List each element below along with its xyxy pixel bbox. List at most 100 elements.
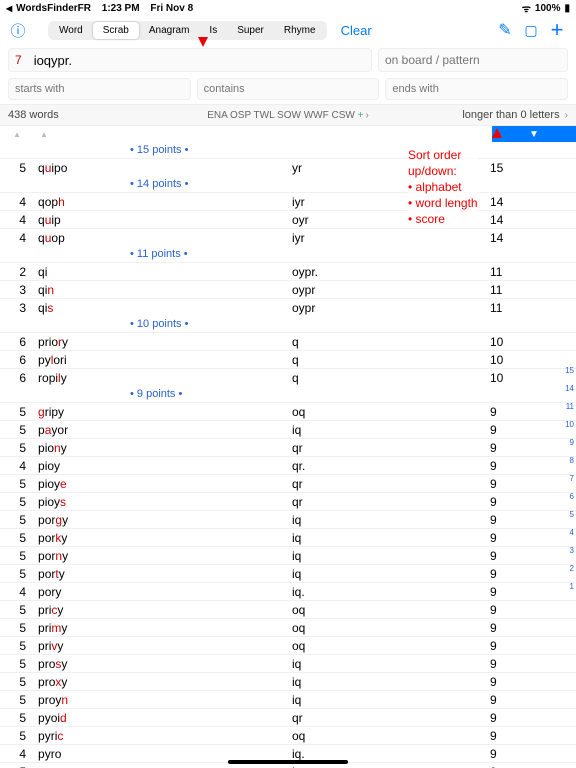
cell-rest: oypr — [292, 283, 486, 297]
results-list[interactable]: • 15 points •5quipoyr15• 14 points •4qop… — [0, 142, 576, 768]
plus-icon[interactable]: + — [546, 22, 568, 38]
starts-with-input[interactable] — [8, 78, 191, 100]
table-row[interactable]: 5proyniq9 — [0, 690, 576, 708]
cell-length: 4 — [0, 231, 34, 245]
cell-rest: qr — [292, 477, 486, 491]
table-row[interactable]: 4pioyqr.9 — [0, 456, 576, 474]
letters-input[interactable] — [28, 48, 365, 72]
cell-length: 5 — [0, 765, 34, 768]
sort-score-header[interactable]: ▼ — [492, 126, 576, 142]
table-row[interactable]: 5pyricoq9 — [0, 726, 576, 744]
table-row[interactable]: 3qisoypr11 — [0, 298, 576, 316]
cell-score: 9 — [486, 513, 546, 527]
cell-length: 3 — [0, 301, 34, 315]
cell-length: 2 — [0, 265, 34, 279]
cell-score: 11 — [486, 283, 546, 297]
table-row[interactable]: 5prosyiq9 — [0, 654, 576, 672]
cell-length: 6 — [0, 371, 34, 385]
cell-score: 9 — [486, 711, 546, 725]
table-row[interactable]: 4qophiyr14 — [0, 192, 576, 210]
table-row[interactable]: 5portyiq9 — [0, 564, 576, 582]
tab-rhyme[interactable]: Rhyme — [274, 22, 326, 39]
cell-word: qis — [34, 301, 292, 315]
cell-word: prosy — [34, 657, 292, 671]
cell-length: 5 — [0, 567, 34, 581]
table-row[interactable]: 5porgyiq9 — [0, 510, 576, 528]
cell-word: pioy — [34, 459, 292, 473]
table-row[interactable]: 5pionyqr9 — [0, 438, 576, 456]
dictionaries-button[interactable]: ENA OSP TWL SOW WWF CSW +› — [207, 110, 369, 121]
mode-segmented[interactable]: Word Scrab Anagram Is Super Rhyme — [48, 21, 327, 40]
info-icon[interactable]: ⓘ — [8, 20, 28, 41]
cell-length: 5 — [0, 405, 34, 419]
cell-rest: iq. — [292, 747, 486, 761]
table-row[interactable]: 6pyloriq10 — [0, 350, 576, 368]
cell-rest: oq — [292, 621, 486, 635]
cell-rest: iyr — [292, 231, 486, 245]
table-row[interactable]: 5pornyiq9 — [0, 546, 576, 564]
table-row[interactable]: 6ropilyq10 — [0, 368, 576, 386]
tab-super[interactable]: Super — [227, 22, 274, 39]
main-toolbar: ⓘ Word Scrab Anagram Is Super Rhyme Clea… — [0, 16, 576, 44]
table-row[interactable]: 5privyoq9 — [0, 636, 576, 654]
table-row[interactable]: 5pyoidqr9 — [0, 708, 576, 726]
cell-rest: qr. — [292, 459, 486, 473]
back-app-name[interactable]: WordsFinderFR — [16, 3, 91, 14]
cell-score: 14 — [486, 231, 546, 245]
table-row[interactable]: 5porkyiq9 — [0, 528, 576, 546]
back-chevron-icon[interactable]: ◀ — [6, 4, 12, 13]
cell-word: qoph — [34, 195, 292, 209]
table-row[interactable]: 4quipoyr14 — [0, 210, 576, 228]
table-row[interactable]: 4poryiq.9 — [0, 582, 576, 600]
cell-length: 5 — [0, 513, 34, 527]
battery-icon: ▮ — [564, 3, 570, 14]
table-row[interactable]: 5primyoq9 — [0, 618, 576, 636]
table-row[interactable]: 5pioysqr9 — [0, 492, 576, 510]
cell-rest: iq — [292, 765, 486, 768]
cell-length: 5 — [0, 693, 34, 707]
cell-length: 5 — [0, 161, 34, 175]
tab-word[interactable]: Word — [49, 22, 93, 39]
cell-rest: q — [292, 371, 486, 385]
cell-length: 5 — [0, 477, 34, 491]
sort-word-header[interactable]: ▲ — [34, 126, 314, 142]
cell-word: porty — [34, 567, 292, 581]
tab-scrab[interactable]: Scrab — [93, 22, 139, 39]
cell-score: 15 — [486, 161, 546, 175]
section-header: • 14 points • — [0, 176, 576, 192]
wrench-icon[interactable]: ✎ — [494, 20, 516, 40]
table-row[interactable]: 3qinoypr11 — [0, 280, 576, 298]
cell-rest: iq — [292, 513, 486, 527]
tab-is[interactable]: Is — [199, 22, 227, 39]
search-row: 7 — [0, 44, 576, 76]
book-icon[interactable]: ▢ — [520, 22, 542, 39]
ends-with-input[interactable] — [385, 78, 568, 100]
cell-word: porny — [34, 549, 292, 563]
table-row[interactable]: 5pioyeqr9 — [0, 474, 576, 492]
table-row[interactable]: 5gripyoq9 — [0, 402, 576, 420]
table-row[interactable]: 6prioryq10 — [0, 332, 576, 350]
table-row[interactable]: 4quopiyr14 — [0, 228, 576, 246]
annotation-pointer-sort — [492, 128, 502, 138]
cell-score: 9 — [486, 675, 546, 689]
cell-score: 9 — [486, 405, 546, 419]
tab-anagram[interactable]: Anagram — [139, 22, 200, 39]
cell-score: 9 — [486, 693, 546, 707]
sort-length-header[interactable]: ▲ — [0, 126, 34, 142]
pattern-input[interactable] — [378, 48, 568, 72]
clear-button[interactable]: Clear — [341, 23, 372, 38]
sort-rest-header[interactable] — [314, 126, 492, 142]
length-filter-button[interactable]: longer than 0 letters › — [462, 109, 568, 121]
table-row[interactable]: 2qioypr.11 — [0, 262, 576, 280]
cell-score: 9 — [486, 567, 546, 581]
table-row[interactable]: 5pricyoq9 — [0, 600, 576, 618]
table-row[interactable]: 5payoriq9 — [0, 420, 576, 438]
table-row[interactable]: 5quipoyr15 — [0, 158, 576, 176]
cell-score: 14 — [486, 195, 546, 209]
score-index-sidebar[interactable]: 15141110987654321 — [565, 362, 574, 596]
section-header: • 10 points • — [0, 316, 576, 332]
contains-input[interactable] — [197, 78, 380, 100]
table-row[interactable]: 5proxyiq9 — [0, 672, 576, 690]
letters-input-wrap[interactable]: 7 — [8, 48, 372, 72]
section-header: • 15 points • — [0, 142, 576, 158]
